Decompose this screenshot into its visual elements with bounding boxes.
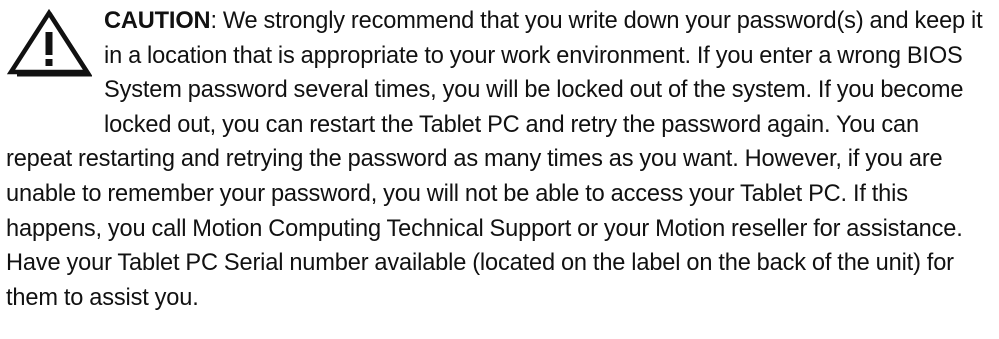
caution-label: CAUTION: [104, 8, 211, 34]
caution-notice: CAUTION: We strongly recommend that you …: [6, 4, 990, 315]
caution-body-text: We strongly recommend that you write dow…: [6, 8, 983, 311]
warning-triangle-icon: [6, 8, 104, 108]
